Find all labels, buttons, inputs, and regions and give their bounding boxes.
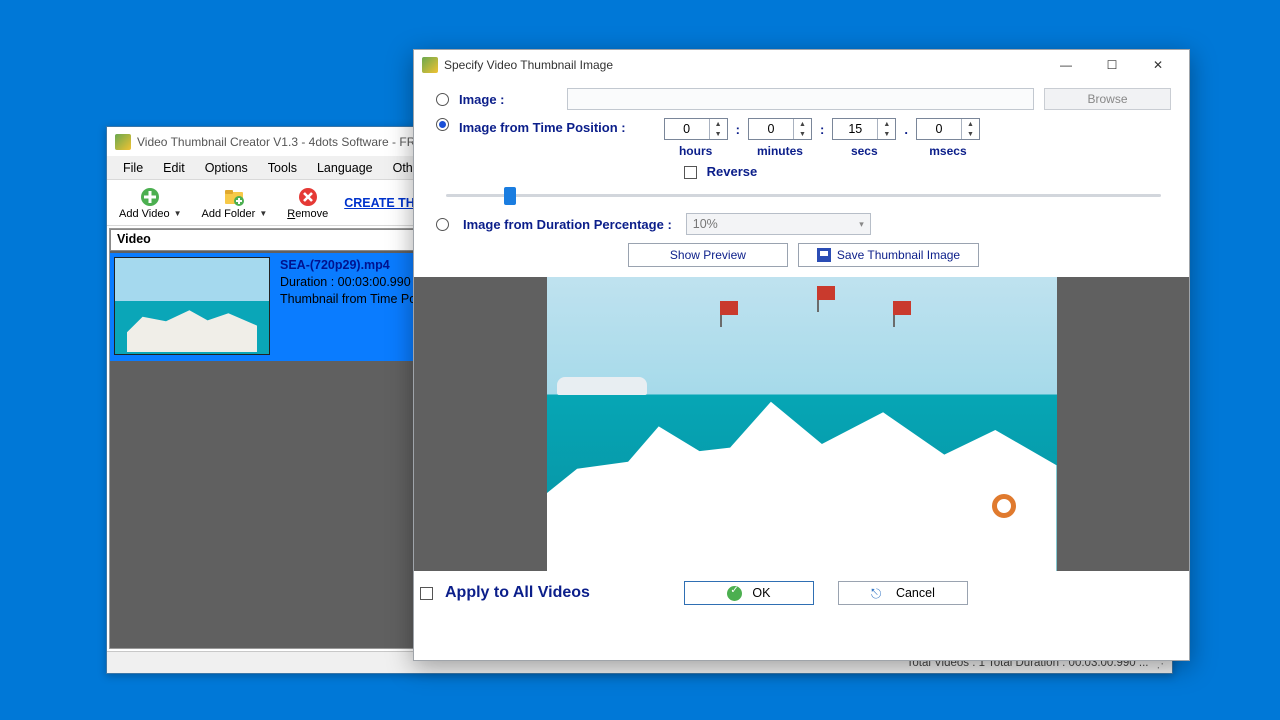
msecs-input[interactable] — [917, 121, 961, 137]
video-thumbnail — [114, 257, 270, 355]
app-icon — [115, 134, 131, 150]
dialog-title: Specify Video Thumbnail Image — [444, 58, 613, 72]
pct-combobox[interactable]: 10% ▾ — [686, 213, 871, 235]
cancel-label: Cancel — [896, 586, 935, 600]
hours-stepper[interactable]: ▲▼ — [664, 118, 728, 140]
add-video-icon — [139, 186, 161, 208]
save-thumbnail-label: Save Thumbnail Image — [837, 248, 960, 262]
pct-value: 10% — [693, 217, 718, 231]
remove-label: Remove — [287, 208, 328, 220]
save-icon — [817, 248, 831, 262]
show-preview-label: Show Preview — [670, 248, 746, 262]
dialog-body: Image : Browse Image from Time Position … — [414, 80, 1189, 277]
slider-thumb[interactable] — [504, 187, 516, 205]
reverse-label: Reverse — [707, 164, 758, 179]
spin-up-icon[interactable]: ▲ — [962, 119, 979, 129]
thumbnail-dialog: Specify Video Thumbnail Image — ☐ ✕ Imag… — [413, 49, 1190, 661]
secs-stepper[interactable]: ▲▼ — [832, 118, 896, 140]
preview-area — [414, 277, 1189, 571]
chevron-down-icon: ▾ — [859, 219, 864, 230]
spin-up-icon[interactable]: ▲ — [710, 119, 727, 129]
cancel-icon — [871, 586, 886, 601]
maximize-button[interactable]: ☐ — [1089, 50, 1135, 80]
label-time-position: Image from Time Position : — [459, 120, 626, 135]
apply-all-label: Apply to All Videos — [445, 584, 590, 602]
dropdown-caret-icon[interactable]: ▼ — [259, 209, 267, 218]
remove-button[interactable]: Remove — [283, 184, 332, 222]
menu-edit[interactable]: Edit — [153, 158, 195, 178]
preview-image — [547, 277, 1057, 571]
image-path-input[interactable] — [567, 88, 1034, 110]
spin-down-icon[interactable]: ▼ — [794, 129, 811, 139]
remove-icon — [297, 186, 319, 208]
minutes-stepper[interactable]: ▲▼ — [748, 118, 812, 140]
apply-all-checkbox[interactable] — [420, 587, 433, 600]
close-button[interactable]: ✕ — [1135, 50, 1181, 80]
unit-msecs: msecs — [929, 144, 966, 158]
time-separator: : — [736, 122, 740, 137]
reverse-checkbox[interactable] — [684, 166, 697, 179]
add-folder-button[interactable]: Add Folder▼ — [198, 184, 272, 222]
slider-track — [446, 194, 1161, 197]
menu-tools[interactable]: Tools — [258, 158, 307, 178]
time-slider[interactable] — [446, 187, 1161, 203]
radio-time-position[interactable] — [436, 118, 449, 131]
dialog-icon — [422, 57, 438, 73]
spin-down-icon[interactable]: ▼ — [962, 129, 979, 139]
time-separator: : — [820, 122, 824, 137]
label-image: Image : — [459, 92, 505, 107]
radio-image[interactable] — [436, 93, 449, 106]
save-thumbnail-button[interactable]: Save Thumbnail Image — [798, 243, 979, 267]
time-separator: . — [904, 122, 908, 137]
show-preview-button[interactable]: Show Preview — [628, 243, 788, 267]
secs-input[interactable] — [833, 121, 877, 137]
hours-input[interactable] — [665, 121, 709, 137]
add-video-label: Add Video — [119, 208, 170, 220]
spin-up-icon[interactable]: ▲ — [794, 119, 811, 129]
browse-button[interactable]: Browse — [1044, 88, 1171, 110]
spin-down-icon[interactable]: ▼ — [710, 129, 727, 139]
add-folder-label: Add Folder — [202, 208, 256, 220]
unit-secs: secs — [851, 144, 878, 158]
unit-hours: hours — [679, 144, 712, 158]
add-folder-icon — [223, 186, 245, 208]
label-duration-pct: Image from Duration Percentage : — [463, 217, 672, 232]
add-video-button[interactable]: Add Video ▼ — [115, 184, 186, 222]
msecs-stepper[interactable]: ▲▼ — [916, 118, 980, 140]
dialog-titlebar[interactable]: Specify Video Thumbnail Image — ☐ ✕ — [414, 50, 1189, 80]
menu-language[interactable]: Language — [307, 158, 383, 178]
dropdown-caret-icon[interactable]: ▼ — [174, 209, 182, 218]
cancel-button[interactable]: Cancel — [838, 581, 968, 605]
spin-down-icon[interactable]: ▼ — [878, 129, 895, 139]
radio-duration-pct[interactable] — [436, 218, 449, 231]
minimize-button[interactable]: — — [1043, 50, 1089, 80]
spin-up-icon[interactable]: ▲ — [878, 119, 895, 129]
check-icon — [727, 586, 742, 601]
main-title: Video Thumbnail Creator V1.3 - 4dots Sof… — [137, 135, 431, 149]
menu-options[interactable]: Options — [195, 158, 258, 178]
menu-file[interactable]: File — [113, 158, 153, 178]
ok-button[interactable]: OK — [684, 581, 814, 605]
ok-label: OK — [752, 586, 770, 600]
unit-minutes: minutes — [757, 144, 803, 158]
minutes-input[interactable] — [749, 121, 793, 137]
